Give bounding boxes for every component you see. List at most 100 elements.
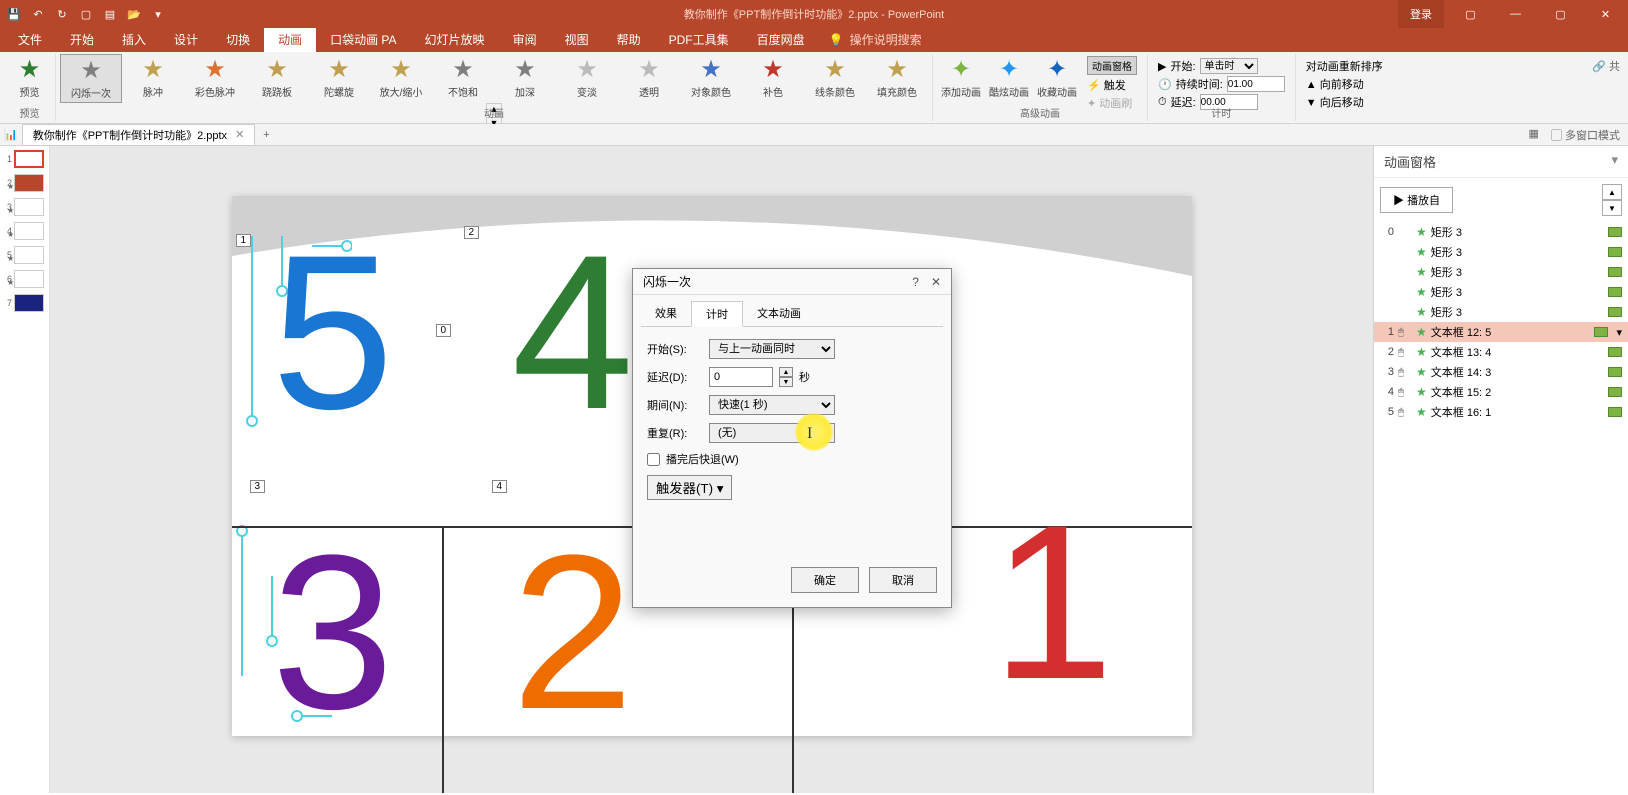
number-1[interactable]: 1 xyxy=(992,476,1114,729)
dialog-ok-button[interactable]: 确定 xyxy=(791,567,859,593)
anim-list-item[interactable]: 5🖱★文本框 16: 1 xyxy=(1374,402,1628,422)
dialog-tab-effect[interactable]: 效果 xyxy=(641,301,691,326)
document-tab[interactable]: 教你制作《PPT制作倒计时功能》2.pptx ✕ xyxy=(22,124,256,146)
tab-home[interactable]: 开始 xyxy=(56,27,108,52)
save-icon[interactable]: 💾 xyxy=(6,6,22,22)
anim-tag-3[interactable]: 3 xyxy=(250,480,266,493)
number-3[interactable]: 3 xyxy=(272,506,394,759)
number-2[interactable]: 2 xyxy=(512,506,634,759)
anim-tag-1[interactable]: 1 xyxy=(236,234,252,247)
anim-list-item[interactable]: 2🖱★文本框 13: 4 xyxy=(1374,342,1628,362)
add-animation-button[interactable]: ✦ 添加动画 xyxy=(937,54,985,101)
spinner-down[interactable]: ▼ xyxy=(779,377,793,387)
spinner-up[interactable]: ▲ xyxy=(779,367,793,377)
anim-tag-2[interactable]: 2 xyxy=(464,226,480,239)
anim-对象颜色[interactable]: ★对象颜色 xyxy=(680,54,742,101)
share-button[interactable]: 🔗 共 xyxy=(1588,54,1624,121)
favorite-animation-button[interactable]: ✦ 收藏动画 xyxy=(1033,54,1081,101)
dialog-start-select[interactable]: 与上一动画同时 xyxy=(709,339,835,359)
start-select[interactable]: 单击时 xyxy=(1200,58,1258,74)
animation-gallery[interactable]: ★闪烁一次★脉冲★彩色脉冲★跷跷板★陀螺旋★放大/缩小★不饱和★加深★变淡★透明… xyxy=(60,54,928,103)
tab-pocket-anim[interactable]: 口袋动画 PA xyxy=(316,27,410,52)
dialog-trigger-button[interactable]: 触发器(T) ▾ xyxy=(647,475,732,500)
anim-不饱和[interactable]: ★不饱和 xyxy=(432,54,494,101)
thumb-3[interactable]: ★ xyxy=(14,198,44,216)
open-icon[interactable]: 📂 xyxy=(126,6,142,22)
new-doc-tab[interactable]: + xyxy=(255,127,277,143)
anim-list-item[interactable]: ★矩形 3 xyxy=(1374,302,1628,322)
dialog-rewind-checkbox[interactable] xyxy=(647,453,660,466)
tile-icon[interactable]: ▦ xyxy=(1529,127,1539,143)
anim-list-item[interactable]: ★矩形 3 xyxy=(1374,282,1628,302)
anim-list-item[interactable]: ★矩形 3 xyxy=(1374,262,1628,282)
tab-animation[interactable]: 动画 xyxy=(264,27,316,52)
qat-dropdown-icon[interactable]: ▾ xyxy=(150,6,166,22)
tab-pdf[interactable]: PDF工具集 xyxy=(655,27,743,52)
thumb-6[interactable]: ★ xyxy=(14,270,44,288)
anim-跷跷板[interactable]: ★跷跷板 xyxy=(246,54,308,101)
anim-透明[interactable]: ★透明 xyxy=(618,54,680,101)
anim-list-item[interactable]: 0★矩形 3 xyxy=(1374,222,1628,242)
tab-help[interactable]: 帮助 xyxy=(603,27,655,52)
redo-icon[interactable]: ↻ xyxy=(54,6,70,22)
anim-list-item[interactable]: 4🖱★文本框 15: 2 xyxy=(1374,382,1628,402)
anim-tag-4[interactable]: 4 xyxy=(492,480,508,493)
tab-insert[interactable]: 插入 xyxy=(108,27,160,52)
login-button[interactable]: 登录 xyxy=(1398,0,1444,28)
anim-pane-menu-icon[interactable]: ▾ xyxy=(1611,152,1618,171)
trigger-button[interactable]: ⚡ 触发 xyxy=(1087,77,1137,93)
dialog-duration-select[interactable]: 快速(1 秒) xyxy=(709,395,835,415)
dialog-tab-text[interactable]: 文本动画 xyxy=(743,301,815,326)
dialog-close-icon[interactable]: ✕ xyxy=(931,275,941,289)
move-up-button[interactable]: ▲ xyxy=(1602,184,1622,200)
maximize-icon[interactable]: ▢ xyxy=(1538,0,1583,28)
thumb-5[interactable]: ★ xyxy=(14,246,44,264)
undo-icon[interactable]: ↶ xyxy=(30,6,46,22)
number-5[interactable]: 5 xyxy=(272,206,394,459)
anim-闪烁一次[interactable]: ★闪烁一次 xyxy=(60,54,122,103)
anim-填充颜色[interactable]: ★填充颜色 xyxy=(866,54,928,101)
tab-review[interactable]: 审阅 xyxy=(499,27,551,52)
anim-加深[interactable]: ★加深 xyxy=(494,54,556,101)
dialog-delay-input[interactable] xyxy=(709,367,773,387)
tell-me-search[interactable]: 💡 操作说明搜索 xyxy=(819,27,932,52)
duration-input[interactable] xyxy=(1227,76,1285,92)
thumb-2[interactable]: ★ xyxy=(14,174,44,192)
anim-彩色脉冲[interactable]: ★彩色脉冲 xyxy=(184,54,246,101)
move-back-button[interactable]: ▼ 向后移动 xyxy=(1306,94,1383,110)
anim-陀螺旋[interactable]: ★陀螺旋 xyxy=(308,54,370,101)
start-slideshow-icon[interactable]: ▢ xyxy=(78,6,94,22)
new-slide-icon[interactable]: ▤ xyxy=(102,6,118,22)
minimize-icon[interactable]: — xyxy=(1493,0,1538,28)
preview-button[interactable]: ★ 预览 xyxy=(6,54,54,101)
tab-transition[interactable]: 切换 xyxy=(212,27,264,52)
dialog-repeat-select[interactable]: (无) xyxy=(709,423,835,443)
doc-close-icon[interactable]: ✕ xyxy=(235,128,244,141)
thumb-4[interactable]: ★ xyxy=(14,222,44,240)
thumb-1[interactable] xyxy=(14,150,44,168)
tab-baidu[interactable]: 百度网盘 xyxy=(743,27,819,52)
move-down-button[interactable]: ▼ xyxy=(1602,200,1622,216)
dialog-tab-timing[interactable]: 计时 xyxy=(691,301,743,327)
thumb-7[interactable] xyxy=(14,294,44,312)
number-4[interactable]: 4 xyxy=(512,206,634,459)
animation-pane-toggle[interactable]: 动画窗格 xyxy=(1087,56,1137,75)
anim-补色[interactable]: ★补色 xyxy=(742,54,804,101)
multi-window-button[interactable]: ▢ 多窗口模式 xyxy=(1551,127,1620,143)
anim-线条颜色[interactable]: ★线条颜色 xyxy=(804,54,866,101)
anim-变淡[interactable]: ★变淡 xyxy=(556,54,618,101)
tab-design[interactable]: 设计 xyxy=(160,27,212,52)
tab-file[interactable]: 文件 xyxy=(4,27,56,52)
anim-脉冲[interactable]: ★脉冲 xyxy=(122,54,184,101)
cool-animation-button[interactable]: ✦ 酷炫动画 xyxy=(985,54,1033,101)
move-forward-button[interactable]: ▲ 向前移动 xyxy=(1306,76,1383,92)
animation-painter-button[interactable]: ✦ 动画刷 xyxy=(1087,95,1137,111)
tab-view[interactable]: 视图 xyxy=(551,27,603,52)
dialog-cancel-button[interactable]: 取消 xyxy=(869,567,937,593)
anim-放大/缩小[interactable]: ★放大/缩小 xyxy=(370,54,432,101)
tab-slideshow[interactable]: 幻灯片放映 xyxy=(411,27,499,52)
dialog-help-icon[interactable]: ? xyxy=(912,275,919,289)
ribbon-options-icon[interactable]: ▢ xyxy=(1448,0,1493,28)
anim-list-item[interactable]: ★矩形 3 xyxy=(1374,242,1628,262)
play-from-button[interactable]: ▶ 播放自 xyxy=(1380,187,1453,213)
